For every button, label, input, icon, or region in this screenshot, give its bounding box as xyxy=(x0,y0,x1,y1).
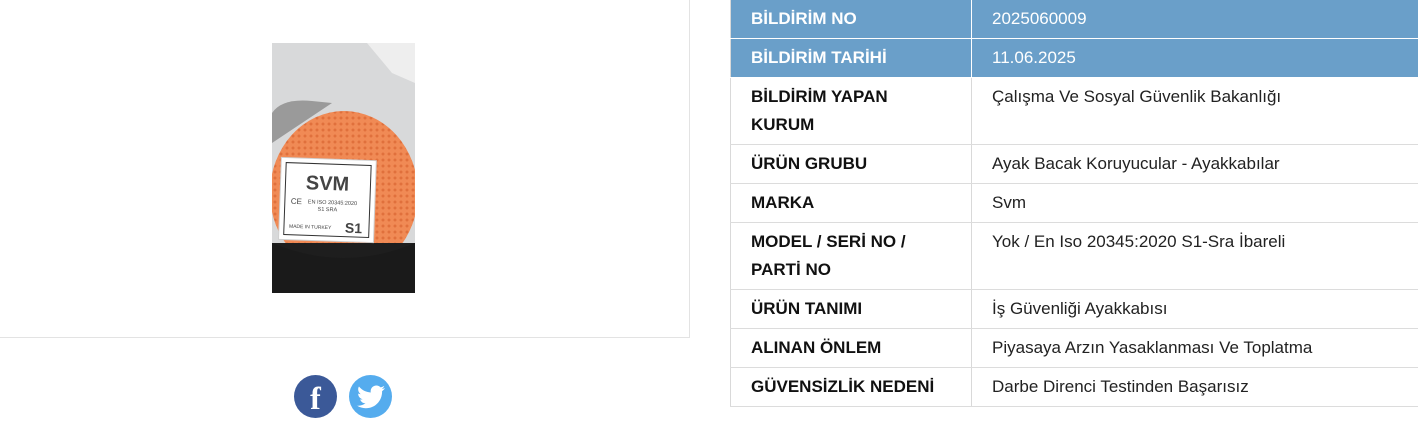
notification-details-table: BİLDİRİM NO 2025060009 BİLDİRİM TARİHİ 1… xyxy=(730,0,1418,407)
label-ce: CE xyxy=(291,197,302,206)
row-notification-date: BİLDİRİM TARİHİ 11.06.2025 xyxy=(730,38,1418,78)
label-brand: SVM xyxy=(305,172,349,195)
label-grade: S1 xyxy=(345,220,363,237)
row-brand: MARKA Svm xyxy=(730,183,1418,223)
row-value: 11.06.2025 xyxy=(971,38,1418,78)
row-key: ALINAN ÖNLEM xyxy=(730,328,972,368)
row-value: Ayak Bacak Koruyucular - Ayakkabılar xyxy=(971,144,1418,184)
row-value: 2025060009 xyxy=(971,0,1418,39)
row-key: GÜVENSİZLİK NEDENİ xyxy=(730,367,972,407)
row-value: Darbe Direnci Testinden Başarısız xyxy=(971,367,1418,407)
facebook-share-button[interactable]: f xyxy=(294,375,337,418)
row-notification-no: BİLDİRİM NO 2025060009 xyxy=(730,0,1418,39)
facebook-icon: f xyxy=(310,380,321,416)
product-photo[interactable]: SVM CE EN ISO 20345:2020 S1 SRA MADE IN … xyxy=(272,43,415,293)
row-measure-taken: ALINAN ÖNLEM Piyasaya Arzın Yasaklanması… xyxy=(730,328,1418,368)
row-key: ÜRÜN GRUBU xyxy=(730,144,972,184)
share-buttons: f xyxy=(294,375,392,418)
row-key: BİLDİRİM TARİHİ xyxy=(730,38,972,78)
row-risk-reason: GÜVENSİZLİK NEDENİ Darbe Direnci Testind… xyxy=(730,367,1418,407)
twitter-share-button[interactable] xyxy=(349,375,392,418)
row-value: İş Güvenliği Ayakkabısı xyxy=(971,289,1418,329)
row-value: Piyasaya Arzın Yasaklanması Ve Toplatma xyxy=(971,328,1418,368)
row-value: Svm xyxy=(971,183,1418,223)
row-reporting-agency: BİLDİRİM YAPAN KURUM Çalışma Ve Sosyal G… xyxy=(730,77,1418,145)
row-key: ÜRÜN TANIMI xyxy=(730,289,972,329)
shoe-label-photo: SVM CE EN ISO 20345:2020 S1 SRA MADE IN … xyxy=(272,43,415,293)
row-key: BİLDİRİM NO xyxy=(730,0,972,39)
row-key: MODEL / SERİ NO / PARTİ NO xyxy=(730,222,972,290)
row-key: MARKA xyxy=(730,183,972,223)
row-value: Çalışma Ve Sosyal Güvenlik Bakanlığı xyxy=(971,77,1418,145)
product-image-panel: SVM CE EN ISO 20345:2020 S1 SRA MADE IN … xyxy=(0,0,690,338)
label-class: S1 SRA xyxy=(317,207,337,214)
row-model-serial-lot: MODEL / SERİ NO / PARTİ NO Yok / En Iso … xyxy=(730,222,1418,290)
twitter-icon xyxy=(356,384,385,408)
row-product-description: ÜRÜN TANIMI İş Güvenliği Ayakkabısı xyxy=(730,289,1418,329)
row-value: Yok / En Iso 20345:2020 S1-Sra İbareli xyxy=(971,222,1418,290)
row-product-group: ÜRÜN GRUBU Ayak Bacak Koruyucular - Ayak… xyxy=(730,144,1418,184)
row-key: BİLDİRİM YAPAN KURUM xyxy=(730,77,972,145)
